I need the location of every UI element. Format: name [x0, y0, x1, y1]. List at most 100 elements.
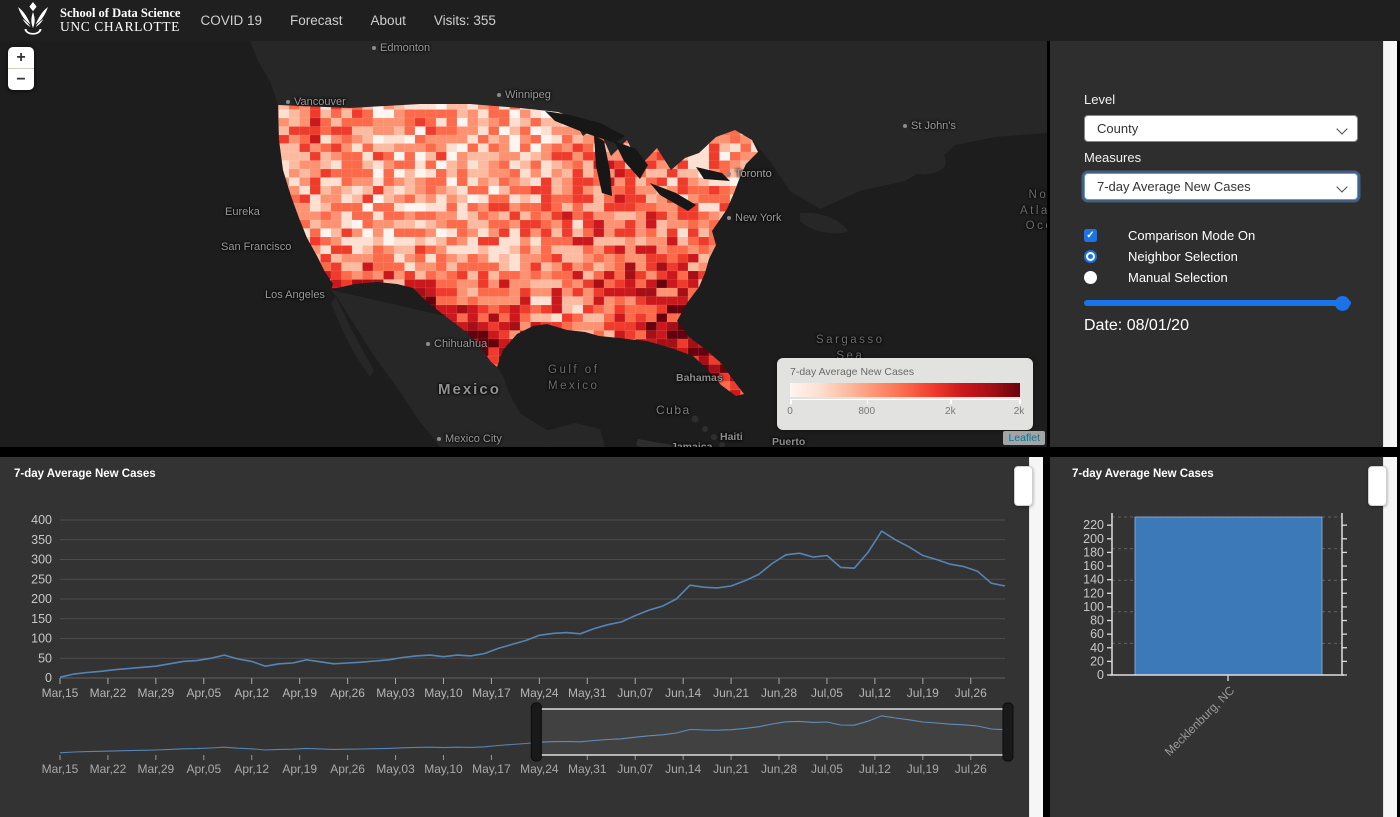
nav-item-visits-355[interactable]: Visits: 355	[434, 13, 496, 28]
comparison-mode-label: Comparison Mode On	[1128, 228, 1255, 243]
svg-text:200: 200	[1083, 532, 1104, 546]
navbar: School of Data Science UNC CHARLOTTE COV…	[0, 0, 1400, 41]
map-label-jamaica: Jamaica	[671, 441, 712, 447]
zoom-in-button[interactable]: +	[8, 47, 34, 69]
county-bar-chart-panel: 7-day Average New Cases 0204060801001201…	[1050, 457, 1397, 817]
svg-text:May,10: May,10	[424, 686, 463, 700]
svg-text:0: 0	[1097, 668, 1104, 682]
legend-tick	[1019, 399, 1021, 404]
neighbor-selection-label: Neighbor Selection	[1128, 249, 1238, 264]
svg-text:Jun,07: Jun,07	[617, 762, 653, 776]
svg-text:Apr,12: Apr,12	[234, 686, 269, 700]
county-bar-chart: 020406080100120140160180200220Mecklenbur…	[1050, 457, 1384, 817]
brush-handle-right[interactable]	[1003, 703, 1013, 761]
date-slider-thumb[interactable]	[1335, 296, 1350, 311]
svg-text:Jul,26: Jul,26	[955, 762, 987, 776]
sidebar-scrollbar[interactable]	[1383, 41, 1397, 447]
brand: School of Data Science UNC CHARLOTTE	[14, 1, 180, 40]
legend-tick	[790, 399, 792, 404]
svg-text:Mar,15: Mar,15	[42, 686, 79, 700]
svg-text:20: 20	[1090, 654, 1104, 668]
map-label-haiti: Haiti	[720, 431, 743, 443]
legend-gradient-bar	[790, 383, 1020, 397]
nav-menu: COVID 19 Forecast About Visits: 355	[200, 13, 495, 28]
map-zoom-control: + −	[8, 47, 34, 90]
svg-text:Jun,21: Jun,21	[713, 686, 749, 700]
map-label-edmonton: Edmonton	[372, 42, 430, 54]
svg-text:Jul,12: Jul,12	[859, 686, 891, 700]
brush-handle-left[interactable]	[531, 703, 541, 761]
svg-text:May,24: May,24	[520, 686, 559, 700]
map-label-gulf-of: Gulf of Mexico	[548, 363, 599, 394]
date-slider[interactable]	[1084, 300, 1351, 306]
svg-text:Mar,22: Mar,22	[90, 762, 127, 776]
svg-text:Apr,26: Apr,26	[330, 686, 365, 700]
chevron-down-icon	[1336, 123, 1347, 134]
brush-selection[interactable]	[539, 709, 1005, 755]
svg-text:400: 400	[31, 513, 52, 527]
svg-text:May,31: May,31	[568, 762, 607, 776]
svg-text:250: 250	[31, 572, 52, 586]
svg-text:200: 200	[31, 592, 52, 606]
bar-mecklenburg[interactable]	[1135, 517, 1322, 675]
svg-text:Mar,29: Mar,29	[138, 686, 175, 700]
legend-tick-label: 2k	[945, 406, 956, 417]
map-label-vancouver: Vancouver	[286, 96, 346, 108]
nav-item-covid-19[interactable]: COVID 19	[200, 13, 262, 28]
legend-tick	[867, 399, 869, 404]
leaflet-attribution-link[interactable]: Leaflet	[1003, 431, 1045, 445]
svg-text:160: 160	[1083, 559, 1104, 573]
map-label-st-john-s: St John's	[903, 120, 956, 132]
brand-school-name: School of Data Science	[60, 7, 180, 20]
svg-text:60: 60	[1090, 627, 1104, 641]
chevron-down-icon	[1336, 181, 1347, 192]
comparison-mode-checkbox[interactable]: ✓	[1084, 229, 1097, 242]
svg-text:350: 350	[31, 533, 52, 547]
line-panel-scrollbar[interactable]	[1029, 457, 1043, 817]
city-dot-icon	[437, 437, 441, 441]
nav-item-forecast[interactable]: Forecast	[290, 13, 343, 28]
map-label-new-york: New York	[727, 212, 781, 224]
nav-item-about[interactable]: About	[371, 13, 406, 28]
svg-text:100: 100	[31, 632, 52, 646]
bar-panel-scrollbar[interactable]	[1383, 457, 1397, 817]
svg-text:220: 220	[1083, 518, 1104, 532]
bar-panel-scroll-thumb[interactable]	[1368, 466, 1387, 506]
manual-selection-radio[interactable]	[1084, 271, 1097, 284]
svg-text:180: 180	[1083, 545, 1104, 559]
legend-tick-label: 0	[787, 406, 793, 417]
svg-text:Jul,05: Jul,05	[811, 762, 843, 776]
legend-tick	[950, 399, 952, 404]
neighbor-selection-radio[interactable]	[1084, 250, 1097, 263]
svg-text:40: 40	[1090, 641, 1104, 655]
svg-text:120: 120	[1083, 586, 1104, 600]
zoom-out-button[interactable]: −	[8, 69, 34, 90]
map-color-legend: 7-day Average New Cases 08002k2k	[777, 358, 1033, 430]
svg-text:Jun,28: Jun,28	[761, 686, 797, 700]
choropleth-map-panel[interactable]: EdmontonVancouverWinnipegSt John'sToront…	[0, 41, 1047, 447]
map-label-chihuahua: Chihuahua	[426, 338, 487, 350]
svg-text:Apr,19: Apr,19	[282, 686, 317, 700]
svg-text:Apr,19: Apr,19	[282, 762, 317, 776]
svg-text:150: 150	[31, 612, 52, 626]
city-dot-icon	[497, 93, 501, 97]
svg-text:Jun,28: Jun,28	[761, 762, 797, 776]
svg-text:50: 50	[38, 651, 52, 665]
svg-text:Jul,12: Jul,12	[859, 762, 891, 776]
neighbor-selection-row: Neighbor Selection	[1084, 249, 1238, 264]
measures-select-value: 7-day Average New Cases	[1097, 179, 1251, 194]
unc-charlotte-crown-logo-icon	[14, 1, 52, 40]
svg-text:140: 140	[1083, 573, 1104, 587]
svg-text:Mar,15: Mar,15	[42, 762, 79, 776]
measures-select[interactable]: 7-day Average New Cases	[1084, 173, 1358, 200]
level-select-value: County	[1097, 121, 1138, 136]
svg-text:80: 80	[1090, 614, 1104, 628]
svg-text:Mar,22: Mar,22	[90, 686, 127, 700]
brand-text: School of Data Science UNC CHARLOTTE	[60, 7, 180, 34]
svg-text:Jun,14: Jun,14	[665, 762, 701, 776]
level-select[interactable]: County	[1084, 115, 1358, 142]
line-panel-scroll-thumb[interactable]	[1014, 466, 1033, 506]
svg-text:Jul,05: Jul,05	[811, 686, 843, 700]
map-label-los-angeles: Los Angeles	[265, 289, 325, 301]
covid-dashboard: School of Data Science UNC CHARLOTTE COV…	[0, 0, 1400, 817]
